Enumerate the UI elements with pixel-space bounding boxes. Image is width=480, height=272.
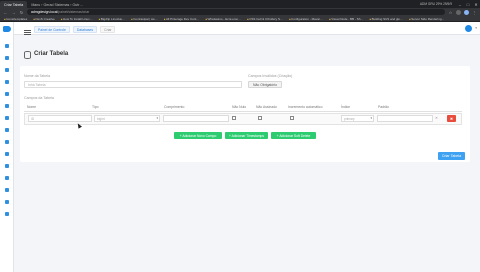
- url-path: /painel/sistemas/criar: [57, 10, 90, 14]
- column-header: Comprimento: [164, 105, 185, 109]
- table-icon[interactable]: [5, 104, 9, 108]
- bookmark[interactable]: DevS Creative: [33, 17, 54, 21]
- url-host: admgdesign.local: [31, 10, 58, 14]
- bookmark[interactable]: How To Install Linux…: [61, 17, 93, 21]
- bookmark[interactable]: Visual Node - BB - Sh…: [329, 17, 363, 21]
- app-logo[interactable]: [3, 26, 11, 32]
- home-icon[interactable]: [5, 44, 9, 48]
- back-icon[interactable]: ←: [3, 10, 8, 15]
- field-length-input[interactable]: [163, 115, 229, 122]
- bookmark[interactable]: Bigdrip LinuxHe…: [99, 17, 125, 21]
- star-icon[interactable]: ☆: [448, 10, 453, 15]
- extension-icon[interactable]: [456, 9, 461, 15]
- unsigned-checkbox[interactable]: [258, 116, 262, 120]
- clear-icon[interactable]: ✕: [435, 116, 438, 120]
- gear-icon[interactable]: [5, 212, 9, 216]
- column-header: Índice: [341, 105, 351, 109]
- forward-icon[interactable]: →: [11, 10, 16, 15]
- tools-icon[interactable]: [5, 200, 9, 204]
- file-icon[interactable]: [5, 68, 9, 72]
- page-title: Criar Tabela: [34, 51, 69, 57]
- breadcrumb-item[interactable]: Databases: [72, 26, 98, 33]
- column-header: Tipo: [92, 105, 99, 109]
- bookmark[interactable]: Configuration - Mavar…: [289, 17, 323, 21]
- chevron-down-icon[interactable]: ▾: [475, 26, 477, 30]
- bookmark-icon[interactable]: [5, 164, 9, 168]
- column-header: Não Assinado: [256, 105, 277, 109]
- add-soft-delete-button[interactable]: + Adicionar Soft Delete: [271, 132, 316, 139]
- bookmark[interactable]: All Pinterage Dev Cont…: [164, 17, 199, 21]
- bookmark[interactable]: Server Side Rendering…: [409, 17, 444, 21]
- database-icon: [24, 51, 31, 59]
- breadcrumb: Painel de Controle Databases Criar: [34, 26, 116, 33]
- calendar-icon[interactable]: [5, 176, 9, 180]
- column-header: Padrão: [378, 105, 389, 109]
- chart-icon[interactable]: [5, 152, 9, 156]
- breadcrumb-item[interactable]: Painel de Controle: [34, 26, 70, 33]
- profile-icon[interactable]: [464, 9, 469, 15]
- default-input[interactable]: [377, 115, 433, 122]
- index-select[interactable]: primary ▾: [341, 115, 374, 122]
- close-icon[interactable]: ✕: [472, 2, 480, 7]
- avatar[interactable]: [465, 25, 472, 32]
- users-icon[interactable]: [5, 116, 9, 120]
- breadcrumb-item-current: Criar: [100, 26, 116, 33]
- top-header: Painel de Controle Databases Criar ▾: [14, 22, 480, 35]
- add-field-button[interactable]: + Adicionar Novo Campo: [174, 132, 222, 139]
- bookmark[interactable]: Icons/templates: [4, 17, 27, 21]
- create-table-button[interactable]: Criar Tabela: [438, 152, 465, 160]
- puzzle-icon[interactable]: [5, 188, 9, 192]
- app-sidebar: [0, 22, 14, 272]
- add-timestamps-button[interactable]: + Adicionar Timestamps: [225, 132, 268, 139]
- required-fields-button[interactable]: Não Obrigatório: [248, 81, 282, 88]
- column-header: Incremento automático: [288, 105, 323, 109]
- maximize-icon[interactable]: □: [464, 2, 472, 7]
- column-header: Não Nulo: [232, 105, 247, 109]
- browser-tab[interactable]: Manu › Gerad Sistemas › Outr…: [27, 1, 87, 8]
- reload-icon[interactable]: ↻: [19, 10, 24, 15]
- address-bar: ← → ↻ admgdesign.local/painel/sistemas/c…: [0, 8, 480, 16]
- menu-toggle-icon[interactable]: [24, 30, 31, 35]
- auto-increment-checkbox[interactable]: [290, 116, 294, 120]
- chevron-down-icon: ▾: [370, 116, 372, 120]
- index-value: primary: [344, 116, 355, 121]
- mail-icon[interactable]: [5, 140, 9, 144]
- list-icon[interactable]: [5, 80, 9, 84]
- system-tray: ADM GRU 29% 29/5/9: [419, 2, 452, 6]
- divider: [24, 111, 462, 112]
- column-header: Nome: [27, 105, 37, 109]
- browser-tab-active[interactable]: Criar Tabela: [0, 1, 28, 8]
- field-type-select[interactable]: bigint ▾: [94, 115, 160, 122]
- image-icon[interactable]: [5, 92, 9, 96]
- bookmark[interactable]: CSS Cell & C0rollery S…: [247, 17, 283, 21]
- chevron-down-icon: ▾: [156, 116, 158, 120]
- url-input[interactable]: admgdesign.local/painel/sistemas/criar: [27, 9, 445, 15]
- table-name-input[interactable]: Inhá Tabela: [24, 81, 242, 88]
- required-fields-label: Campos Inválidos (Criação): [248, 74, 293, 78]
- delete-row-button[interactable]: ✖: [447, 115, 456, 122]
- database-icon[interactable]: [5, 56, 9, 60]
- field-name-input[interactable]: ID: [28, 115, 92, 122]
- minimize-icon[interactable]: –: [456, 2, 464, 7]
- not-null-checkbox[interactable]: [232, 116, 236, 120]
- bookmark[interactable]: Building SUS and glo…: [369, 17, 403, 21]
- field-type-value: bigint: [97, 116, 105, 121]
- table-fields-label: Campos da Tabela: [24, 96, 54, 100]
- menu-icon[interactable]: ⋮: [472, 10, 477, 15]
- browser-titlebar: Criar Tabela Manu › Gerad Sistemas › Out…: [0, 0, 480, 8]
- lock-icon[interactable]: [5, 128, 9, 132]
- table-name-label: Nome da Tabela: [24, 74, 51, 78]
- bookmark[interactable]: Contrastpal | sw…: [131, 17, 157, 21]
- tab-title: Criar Tabela: [4, 2, 24, 7]
- bookmark[interactable]: Whatsaimo - Ecra emo…: [205, 17, 242, 21]
- tab-title: Manu › Gerad Sistemas › Outr…: [31, 2, 84, 7]
